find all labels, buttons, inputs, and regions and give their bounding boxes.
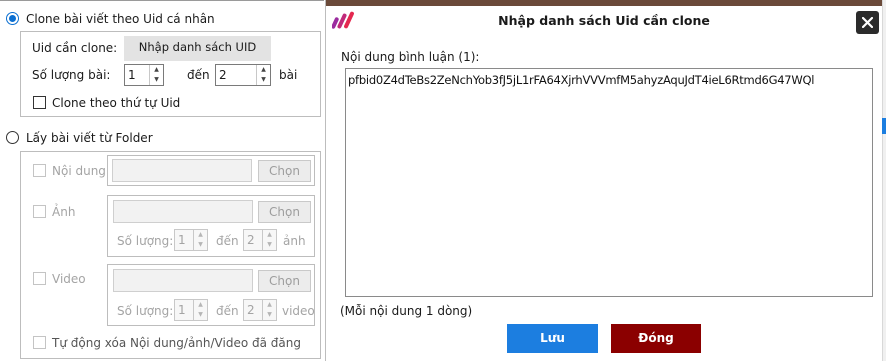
auto-delete-label: Tự động xóa Nội dung/ảnh/Video đã đăng xyxy=(52,336,301,350)
close-icon xyxy=(862,17,873,28)
video-count-to-stepper[interactable]: 2 ▲ ▼ xyxy=(243,299,277,321)
stepper-up-icon[interactable]: ▲ xyxy=(257,65,270,75)
close-dialog-button[interactable] xyxy=(856,11,879,34)
post-count-from-value: 1 xyxy=(128,68,136,82)
stepper-arrows[interactable]: ▲ ▼ xyxy=(193,230,207,250)
auto-delete-checkbox[interactable] xyxy=(33,336,46,349)
clone-order-label: Clone theo thứ tự Uid xyxy=(52,96,181,110)
close-button[interactable]: Đóng xyxy=(611,324,701,353)
image-count-to-stepper[interactable]: 2 ▲ ▼ xyxy=(243,229,277,251)
content-textarea-value: pfbid0Z4dTeBs2ZeNchYob3fJ5jL1rFA64XjrhVV… xyxy=(348,73,815,87)
video-unit-label: video xyxy=(282,304,315,318)
image-count-to-value: 2 xyxy=(247,233,255,247)
content-folder-field[interactable] xyxy=(112,159,252,182)
stepper-down-icon[interactable]: ▼ xyxy=(263,310,276,320)
video-count-from-value: 1 xyxy=(178,303,186,317)
from-folder-label: Lấy bài viết từ Folder xyxy=(26,131,153,145)
import-uid-dialog: Nhập danh sách Uid cần clone Nội dung bì… xyxy=(325,0,882,361)
post-count-to-value: 2 xyxy=(219,68,227,82)
stepper-up-icon[interactable]: ▲ xyxy=(263,230,276,240)
video-label: Video xyxy=(52,272,86,286)
video-count-label: Số lượng: xyxy=(117,304,174,318)
one-per-line-hint: (Mỗi nội dung 1 dòng) xyxy=(340,304,473,318)
stepper-up-icon[interactable]: ▲ xyxy=(150,65,163,75)
dialog-title: Nhập danh sách Uid cần clone xyxy=(498,13,710,28)
radio-from-folder[interactable] xyxy=(6,131,19,144)
top-divider xyxy=(0,0,324,1)
background-window-edge xyxy=(882,0,886,361)
video-count-from-stepper[interactable]: 1 ▲ ▼ xyxy=(174,299,208,321)
post-count-from-stepper[interactable]: 1 ▲ ▼ xyxy=(124,64,164,86)
clone-order-checkbox[interactable] xyxy=(33,96,46,109)
stepper-down-icon[interactable]: ▼ xyxy=(194,310,207,320)
image-checkbox[interactable] xyxy=(33,205,46,218)
video-checkbox[interactable] xyxy=(33,272,46,285)
content-label: Nội dung xyxy=(52,164,106,178)
content-checkbox[interactable] xyxy=(33,164,46,177)
image-to-label: đến xyxy=(216,234,239,248)
content-field-label: Nội dung bình luận (1): xyxy=(341,50,480,64)
stepper-arrows[interactable]: ▲ ▼ xyxy=(262,230,276,250)
import-uid-list-button[interactable]: Nhập danh sách UID xyxy=(124,36,271,61)
image-choose-button[interactable]: Chọn xyxy=(258,201,311,223)
clone-by-uid-label: Clone bài viết theo Uid cá nhân xyxy=(26,12,215,26)
image-count-from-stepper[interactable]: 1 ▲ ▼ xyxy=(174,229,208,251)
to-label: đến xyxy=(187,68,210,82)
stepper-up-icon[interactable]: ▲ xyxy=(194,300,207,310)
content-choose-button[interactable]: Chọn xyxy=(258,160,311,182)
stepper-down-icon[interactable]: ▼ xyxy=(150,75,163,85)
video-to-label: đến xyxy=(216,304,239,318)
stepper-down-icon[interactable]: ▼ xyxy=(194,240,207,250)
save-button[interactable]: Lưu xyxy=(507,324,598,353)
image-count-from-value: 1 xyxy=(178,233,186,247)
posts-unit-label: bài xyxy=(279,68,298,82)
image-folder-field[interactable] xyxy=(113,200,253,223)
video-choose-button[interactable]: Chọn xyxy=(258,270,311,292)
uid-label: Uid cần clone: xyxy=(32,41,118,55)
video-count-to-value: 2 xyxy=(247,303,255,317)
content-textarea[interactable]: pfbid0Z4dTeBs2ZeNchYob3fJ5jL1rFA64XjrhVV… xyxy=(345,68,873,297)
image-unit-label: ảnh xyxy=(283,234,306,248)
image-count-label: Số lượng: xyxy=(117,234,174,248)
dialog-top-border xyxy=(326,0,882,6)
post-count-to-stepper[interactable]: 2 ▲ ▼ xyxy=(215,64,271,86)
stepper-up-icon[interactable]: ▲ xyxy=(263,300,276,310)
video-folder-field[interactable] xyxy=(113,269,253,292)
background-window-accent xyxy=(882,118,886,134)
stepper-arrows[interactable]: ▲ ▼ xyxy=(149,65,163,85)
stepper-down-icon[interactable]: ▼ xyxy=(263,240,276,250)
radio-clone-by-uid[interactable] xyxy=(6,12,19,25)
image-label: Ảnh xyxy=(52,205,76,219)
stepper-up-icon[interactable]: ▲ xyxy=(194,230,207,240)
stepper-down-icon[interactable]: ▼ xyxy=(257,75,270,85)
left-panel: Clone bài viết theo Uid cá nhân Uid cần … xyxy=(0,0,324,361)
stepper-arrows[interactable]: ▲ ▼ xyxy=(193,300,207,320)
stepper-arrows[interactable]: ▲ ▼ xyxy=(256,65,270,85)
stepper-arrows[interactable]: ▲ ▼ xyxy=(262,300,276,320)
post-count-label: Số lượng bài: xyxy=(32,68,111,82)
